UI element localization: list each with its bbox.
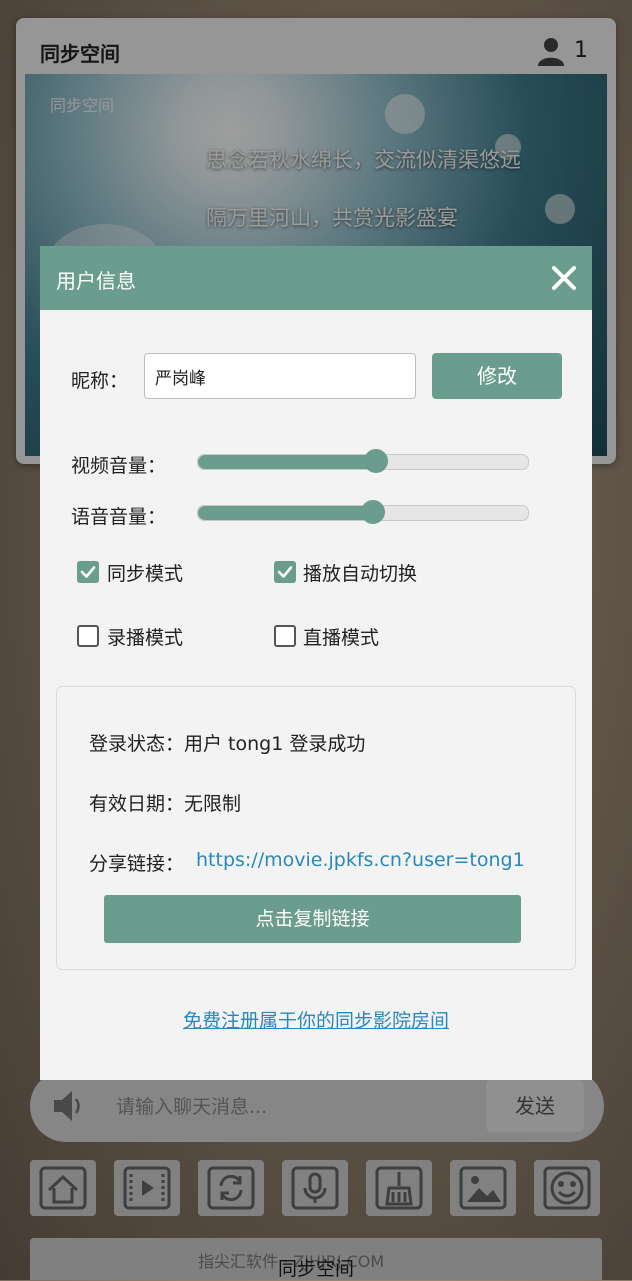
- record-mode-checkbox[interactable]: [77, 625, 99, 647]
- share-label: 分享链接：: [89, 853, 185, 875]
- account-info-box: 登录状态：用户 tong1 登录成功 有效日期：无限制 分享链接： https:…: [56, 686, 576, 970]
- voice-volume-thumb[interactable]: [360, 500, 385, 524]
- share-link[interactable]: https://movie.jpkfs.cn?user=tong1: [196, 849, 525, 871]
- voice-volume-label: 语音音量：: [71, 506, 167, 528]
- live-mode-checkbox[interactable]: [274, 625, 296, 647]
- video-volume-thumb[interactable]: [364, 449, 389, 473]
- expiry-label: 有效日期：: [89, 793, 185, 815]
- modify-button[interactable]: 修改: [432, 353, 562, 399]
- login-status: 登录状态：用户 tong1 登录成功: [89, 729, 365, 756]
- live-mode-label: 直播模式: [303, 627, 380, 649]
- video-volume-fill: [198, 455, 377, 469]
- video-volume-slider[interactable]: [197, 449, 529, 473]
- voice-volume-slider[interactable]: [197, 500, 529, 524]
- user-info-dialog: 用户信息 昵称： 修改 视频音量： 语音音量： 同步模式 播放自动切换 录播模式…: [40, 246, 592, 1080]
- register-link[interactable]: 免费注册属于你的同步影院房间: [40, 1006, 592, 1033]
- login-status-value: 用户 tong1 登录成功: [184, 733, 366, 755]
- check-icon: [80, 566, 96, 578]
- check-icon: [277, 566, 293, 578]
- copy-link-button[interactable]: 点击复制链接: [104, 895, 521, 943]
- nickname-input[interactable]: [144, 353, 416, 399]
- dialog-title: 用户信息: [56, 269, 136, 293]
- sync-mode-label: 同步模式: [107, 563, 184, 585]
- login-status-label: 登录状态：: [89, 733, 185, 755]
- voice-volume-fill: [198, 506, 373, 520]
- auto-switch-checkbox[interactable]: [274, 561, 296, 583]
- sync-mode-checkbox[interactable]: [77, 561, 99, 583]
- bottom-label: 同步空间: [277, 1258, 354, 1280]
- close-icon[interactable]: [548, 262, 580, 294]
- record-mode-label: 录播模式: [107, 627, 184, 649]
- nickname-label: 昵称：: [71, 370, 129, 392]
- dialog-header: 用户信息: [40, 246, 592, 310]
- expiry: 有效日期：无限制: [89, 789, 241, 816]
- auto-switch-label: 播放自动切换: [303, 563, 418, 585]
- expiry-value: 无限制: [184, 793, 242, 815]
- video-volume-label: 视频音量：: [71, 455, 167, 477]
